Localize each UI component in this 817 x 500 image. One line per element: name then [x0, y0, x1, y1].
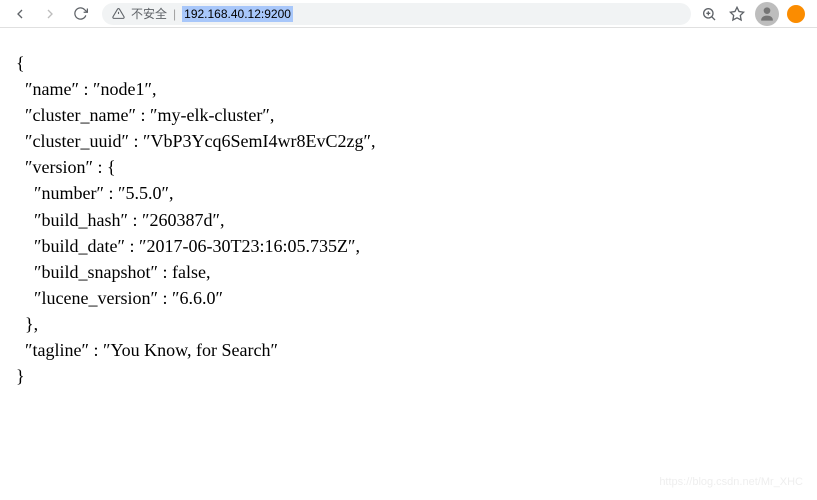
url-text: 192.168.40.12:9200: [182, 6, 293, 22]
address-bar[interactable]: 不安全 | 192.168.40.12:9200: [102, 3, 691, 25]
cluster-name-value: my-elk-cluster: [157, 105, 262, 125]
watermark: https://blog.csdn.net/Mr_XHC: [659, 476, 803, 488]
name-value: node1: [100, 79, 144, 99]
reload-button[interactable]: [66, 2, 94, 26]
profile-avatar[interactable]: [755, 2, 779, 26]
toolbar-right: [699, 2, 811, 26]
forward-button[interactable]: [36, 2, 64, 26]
tagline-value: You Know, for Search: [110, 340, 270, 360]
json-response: { ″name″ : ″node1″, ″cluster_name″ : ″my…: [0, 28, 817, 411]
bookmark-icon[interactable]: [727, 4, 747, 24]
warning-icon: [112, 7, 125, 20]
lucene-version-value: 6.6.0: [179, 288, 215, 308]
build-snapshot-value: false: [172, 262, 206, 282]
browser-toolbar: 不安全 | 192.168.40.12:9200: [0, 0, 817, 28]
cluster-uuid-value: VbP3Ycq6SemI4wr8EvC2zg: [150, 131, 363, 151]
security-label: 不安全: [131, 5, 167, 22]
build-date-value: 2017-06-30T23:16:05.735Z: [146, 236, 347, 256]
build-hash-value: 260387d: [150, 210, 213, 230]
back-button[interactable]: [6, 2, 34, 26]
divider: |: [173, 7, 176, 21]
notification-badge[interactable]: [787, 5, 805, 23]
zoom-icon[interactable]: [699, 4, 719, 24]
version-number-value: 5.5.0: [125, 183, 161, 203]
